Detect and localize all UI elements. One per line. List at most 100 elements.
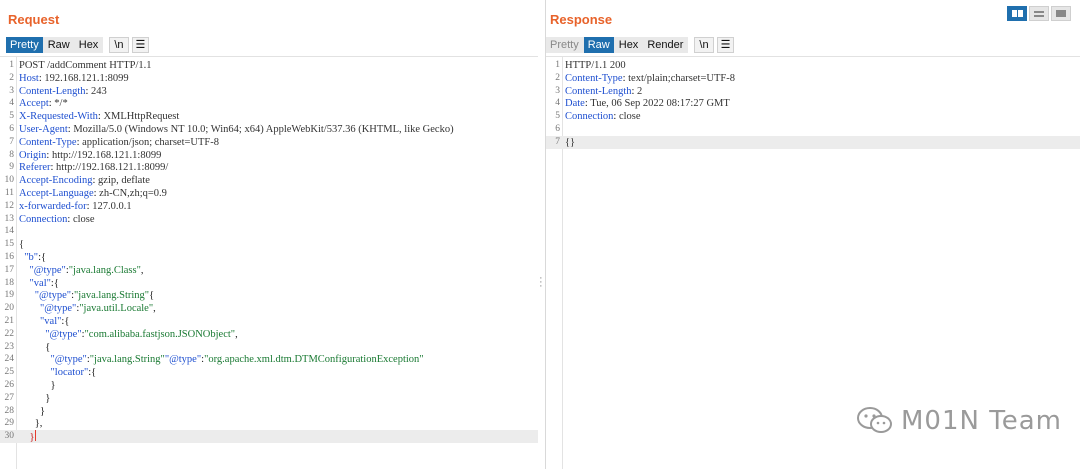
header-name: Accept-Encoding [19, 175, 93, 187]
header-name: Content-Type [19, 136, 77, 148]
line-number: 28 [4, 405, 15, 416]
line-code: "@type":"java.lang.Class", [19, 264, 538, 277]
wechat-logo-icon [857, 407, 892, 433]
line-number: 2 [555, 72, 560, 83]
request-line: 24 "@type":"java.lang.String""@type":"or… [0, 353, 538, 366]
response-newline-button[interactable]: \n [694, 37, 714, 53]
json-punct: :{ [38, 252, 47, 263]
header-name: Referer [19, 162, 51, 174]
header-name: Accept [19, 98, 49, 110]
line-number: 26 [4, 380, 15, 390]
request-line: 2 Host: 192.168.121.1:8099 [0, 72, 538, 85]
request-line: 22 "@type":"com.alibaba.fastjson.JSONObj… [0, 328, 538, 341]
header-name: Content-Length [19, 85, 86, 97]
line-number: 4 [555, 98, 560, 109]
request-menu-icon[interactable]: ☰ [131, 37, 150, 53]
text-cursor [34, 430, 36, 442]
line-code: } [19, 392, 538, 405]
line-code: Referer: http://192.168.121.1:8099/ [19, 161, 538, 174]
json-punct: { [149, 290, 155, 302]
request-line: 12 x-forwarded-for: 127.0.0.1 [0, 200, 538, 213]
line-number: 10 [4, 175, 15, 186]
split-horizontal-icon[interactable] [1007, 6, 1027, 21]
line-number: 19 [4, 290, 15, 301]
request-line: 14 [0, 225, 538, 238]
line-code: Accept: */* [19, 97, 538, 110]
line-code: "@type":"java.lang.String""@type":"org.a… [19, 353, 538, 366]
response-menu-icon[interactable]: ☰ [716, 37, 735, 53]
request-line: 21 "val":{ [0, 315, 538, 328]
request-line: 29 }, [0, 417, 538, 430]
header-name: Date [565, 98, 585, 110]
json-punct: , [153, 303, 156, 315]
json-string: "java.lang.String" [89, 354, 165, 366]
request-line: 20 "@type":"java.util.Locale", [0, 302, 538, 315]
request-line: 10 Accept-Encoding: gzip, deflate [0, 174, 538, 187]
request-pane: Request Pretty Raw Hex \n ☰ 1 POST /addCo… [0, 0, 546, 469]
line-text: HTTP/1.1 200 [565, 60, 626, 71]
response-line: 3 Content-Length: 2 [546, 85, 1080, 98]
response-tab-render[interactable]: Render [643, 37, 689, 53]
line-number: 24 [4, 354, 15, 365]
line-number: 7 [9, 136, 14, 147]
line-number: 3 [9, 85, 14, 96]
json-string: "com.alibaba.fastjson.JSONObject" [84, 328, 236, 340]
line-code: Origin: http://192.168.121.1:8099 [19, 149, 538, 162]
line-number: 5 [9, 111, 14, 122]
request-tabbar: Pretty Raw Hex \n ☰ [6, 37, 150, 53]
response-tab-raw[interactable]: Raw [583, 37, 615, 53]
json-punct: } [45, 392, 51, 404]
line-text: { [19, 239, 25, 251]
json-punct: :{ [50, 277, 59, 289]
json-string: "java.lang.String" [74, 290, 150, 302]
line-code: }, [19, 417, 538, 430]
json-string: "org.apache.xml.dtm.DTMConfigurationExce… [204, 354, 424, 366]
line-number: 23 [4, 341, 15, 352]
line-number: 8 [9, 149, 14, 160]
request-newline-button[interactable]: \n [109, 37, 129, 53]
line-number: 1 [9, 60, 14, 70]
line-text: {} [565, 136, 576, 148]
request-tab-raw[interactable]: Raw [43, 37, 75, 53]
line-code: Accept-Encoding: gzip, deflate [19, 174, 538, 187]
request-line: 23 { [0, 341, 538, 354]
line-code: "b":{ [19, 251, 538, 264]
line-code: x-forwarded-for: 127.0.0.1 [19, 200, 538, 213]
header-value: Mozilla/5.0 (Windows NT 10.0; Win64; x64… [73, 124, 454, 135]
header-value: 243 [91, 85, 107, 97]
line-number: 17 [4, 264, 15, 275]
line-number: 11 [4, 188, 14, 198]
line-number: 2 [9, 72, 14, 83]
header-value: Tue, 06 Sep 2022 08:17:27 GMT [590, 98, 730, 110]
watermark: M01N Team [855, 405, 1062, 437]
layout-toggle-group [1007, 6, 1073, 21]
line-number: 22 [4, 328, 15, 339]
request-line: 5 X-Requested-With: XMLHttpRequest [0, 110, 538, 123]
response-tab-hex[interactable]: Hex [614, 37, 644, 53]
response-line: 4 Date: Tue, 06 Sep 2022 08:17:27 GMT [546, 97, 1080, 110]
json-key: "@type" [34, 290, 72, 302]
line-code: Content-Type: text/plain;charset=UTF-8 [565, 72, 1080, 85]
line-code: } [19, 379, 538, 392]
request-line: 19 "@type":"java.lang.String"{ [0, 289, 538, 302]
line-code: {} [565, 136, 1080, 149]
header-value: XMLHttpRequest [103, 111, 180, 123]
line-code: { [19, 341, 538, 354]
response-tab-pretty[interactable]: Pretty [546, 37, 584, 53]
request-tab-pretty[interactable]: Pretty [6, 37, 44, 53]
line-number: 18 [4, 277, 15, 288]
json-key: "@type" [40, 303, 77, 315]
line-number: 6 [9, 124, 14, 134]
line-code: "@type":"java.lang.String"{ [19, 289, 538, 302]
json-key: "@type" [45, 328, 82, 340]
request-editor[interactable]: 1 POST /addComment HTTP/1.1 2 Host: 192.168… [0, 56, 538, 469]
request-line: 18 "val":{ [0, 277, 538, 290]
json-key: "@type" [50, 354, 87, 366]
header-value: close [618, 111, 641, 123]
drag-handle-icon[interactable]: · · · [539, 273, 543, 292]
request-tab-hex[interactable]: Hex [74, 37, 104, 53]
line-code: HTTP/1.1 200 [565, 59, 1080, 72]
split-vertical-icon[interactable] [1029, 6, 1049, 21]
line-number: 5 [555, 111, 560, 122]
single-pane-icon[interactable] [1051, 6, 1071, 21]
